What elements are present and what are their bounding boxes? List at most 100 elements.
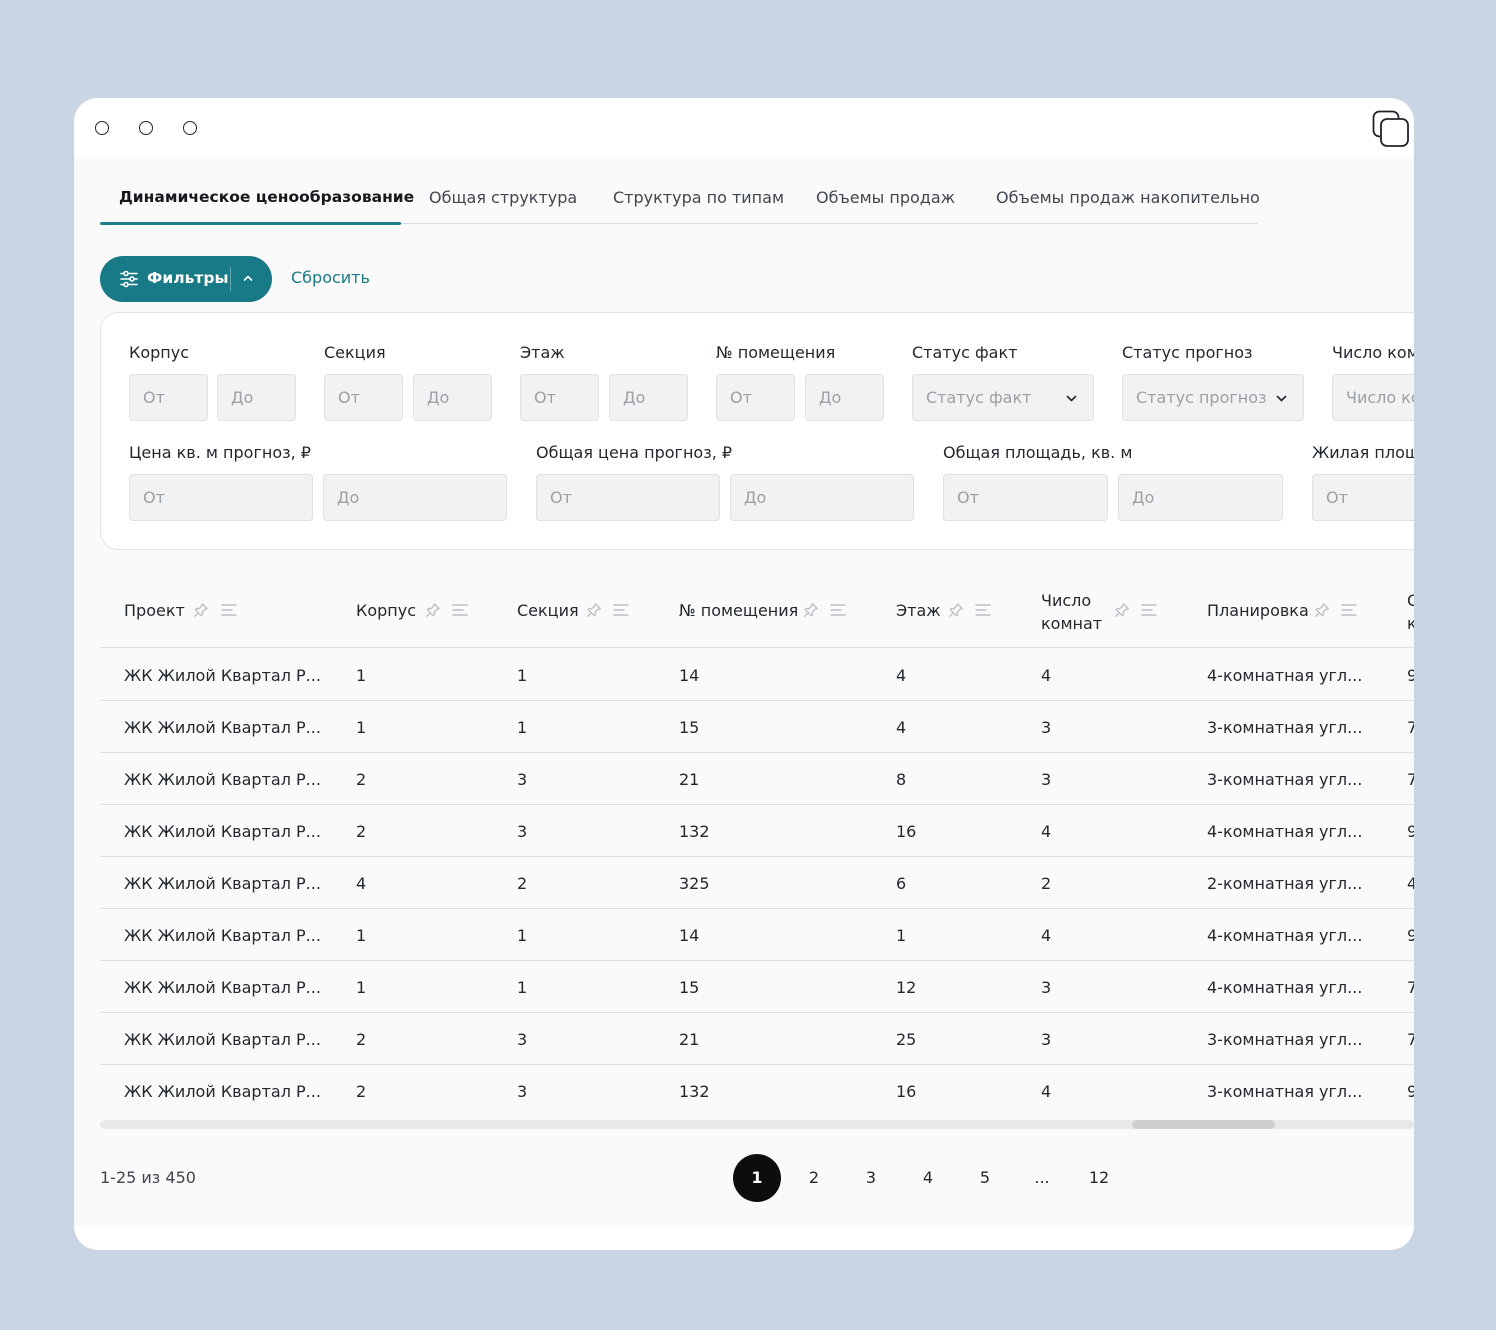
column-menu-icon[interactable] xyxy=(613,602,629,618)
pin-icon[interactable] xyxy=(1114,602,1130,618)
page-button-5[interactable]: 5 xyxy=(961,1154,1009,1202)
column-header-truncated-line1[interactable]: С xyxy=(1407,589,1414,612)
tab-sales-volume[interactable]: Объемы продаж xyxy=(816,188,955,207)
column-header-nomer[interactable]: № помещения xyxy=(679,601,798,620)
table-row[interactable]: ЖК Жилой Квартал Р... 2 3 21 25 3 3-комн… xyxy=(100,1013,1414,1065)
korpus-to-input[interactable]: До xyxy=(217,374,296,421)
window-control-minimize[interactable] xyxy=(139,121,153,135)
etazh-from-input[interactable]: От xyxy=(520,374,599,421)
window-control-close[interactable] xyxy=(95,121,109,135)
area-total-from-input[interactable]: От xyxy=(943,474,1108,521)
cell-etazh: 12 xyxy=(896,978,917,997)
column-header-project[interactable]: Проект xyxy=(124,601,185,620)
sektsiya-from-input[interactable]: От xyxy=(324,374,403,421)
page-ellipsis[interactable]: ... xyxy=(1018,1154,1066,1202)
pin-icon[interactable] xyxy=(1314,602,1330,618)
table-row[interactable]: ЖК Жилой Квартал Р... 2 3 21 8 3 3-комна… xyxy=(100,753,1414,805)
windows-stack-icon[interactable] xyxy=(1372,110,1410,148)
pin-icon[interactable] xyxy=(803,602,819,618)
korpus-from-input[interactable]: От xyxy=(129,374,208,421)
horizontal-scrollbar[interactable] xyxy=(100,1120,1414,1129)
cell-truncated: 9 xyxy=(1407,926,1414,945)
tab-dynamic-pricing[interactable]: Динамическое ценообразование xyxy=(119,188,414,206)
reset-filters-link[interactable]: Сбросить xyxy=(291,268,370,287)
cell-etazh: 6 xyxy=(896,874,907,893)
tab-general-structure[interactable]: Общая структура xyxy=(429,188,577,207)
column-header-sektsiya[interactable]: Секция xyxy=(517,601,579,620)
area-living-from-input[interactable]: От xyxy=(1312,474,1414,521)
cell-project: ЖК Жилой Квартал Р... xyxy=(124,1030,321,1049)
status-fact-select[interactable]: Статус факт xyxy=(912,374,1094,421)
chevron-up-icon[interactable] xyxy=(242,272,254,284)
table-row[interactable]: ЖК Жилой Квартал Р... 1 1 15 4 3 3-комна… xyxy=(100,701,1414,753)
table-row[interactable]: ЖК Жилой Квартал Р... 2 3 132 16 4 4-ком… xyxy=(100,805,1414,857)
price-total-from-input[interactable]: От xyxy=(536,474,720,521)
page-button-2[interactable]: 2 xyxy=(790,1154,838,1202)
table-row[interactable]: ЖК Жилой Квартал Р... 1 1 14 1 4 4-комна… xyxy=(100,909,1414,961)
price-total-to-input[interactable]: До xyxy=(730,474,914,521)
price-sqm-from-input[interactable]: От xyxy=(129,474,313,521)
column-menu-icon[interactable] xyxy=(1341,602,1357,618)
column-menu-icon[interactable] xyxy=(221,602,237,618)
filter-label-area-living: Жилая площа xyxy=(1312,443,1414,462)
area-total-to-input[interactable]: До xyxy=(1118,474,1283,521)
cell-nomer: 21 xyxy=(679,1030,700,1049)
column-menu-icon[interactable] xyxy=(975,602,991,618)
cell-truncated: 7 xyxy=(1407,718,1414,737)
pin-icon[interactable] xyxy=(586,602,602,618)
cell-rooms: 4 xyxy=(1041,926,1052,945)
nomer-from-input[interactable]: От xyxy=(716,374,795,421)
table-row[interactable]: ЖК Жилой Квартал Р... 1 1 15 12 3 4-комн… xyxy=(100,961,1414,1013)
cell-truncated: 7 xyxy=(1407,1030,1414,1049)
column-menu-icon[interactable] xyxy=(830,602,846,618)
column-header-etazh[interactable]: Этаж xyxy=(896,601,941,620)
column-header-korpus[interactable]: Корпус xyxy=(356,601,416,620)
cell-nomer: 15 xyxy=(679,978,700,997)
cell-etazh: 4 xyxy=(896,718,907,737)
pin-icon[interactable] xyxy=(948,602,964,618)
column-header-layout[interactable]: Планировка xyxy=(1207,601,1309,620)
table-row[interactable]: ЖК Жилой Квартал Р... 1 1 14 4 4 4-комна… xyxy=(100,649,1414,701)
cell-sektsiya: 3 xyxy=(517,822,528,841)
window-control-maximize[interactable] xyxy=(183,121,197,135)
column-menu-icon[interactable] xyxy=(1141,602,1157,618)
column-header-rooms-line1[interactable]: Число xyxy=(1041,589,1091,612)
column-header-truncated-line2[interactable]: к xyxy=(1407,612,1414,635)
page-button-12[interactable]: 12 xyxy=(1075,1154,1123,1202)
nomer-to-input[interactable]: До xyxy=(805,374,884,421)
cell-nomer: 325 xyxy=(679,874,710,893)
cell-sektsiya: 3 xyxy=(517,770,528,789)
page-content: Динамическое ценообразование Общая струк… xyxy=(74,158,1414,1226)
filters-button[interactable]: Фильтры xyxy=(100,256,272,302)
column-header-rooms-line2[interactable]: комнат xyxy=(1041,612,1102,635)
page-button-4[interactable]: 4 xyxy=(904,1154,952,1202)
cell-rooms: 3 xyxy=(1041,718,1052,737)
page-button-3[interactable]: 3 xyxy=(847,1154,895,1202)
status-prognoz-select[interactable]: Статус прогноз xyxy=(1122,374,1304,421)
cell-layout: 4-комнатная угл... xyxy=(1207,978,1363,997)
table-row[interactable]: ЖК Жилой Квартал Р... 2 3 132 16 4 3-ком… xyxy=(100,1065,1414,1117)
pin-icon[interactable] xyxy=(193,602,209,618)
table-row[interactable]: ЖК Жилой Квартал Р... 4 2 325 6 2 2-комн… xyxy=(100,857,1414,909)
status-prognoz-placeholder: Статус прогноз xyxy=(1136,388,1267,407)
tab-structure-by-type[interactable]: Структура по типам xyxy=(613,188,784,207)
cell-korpus: 2 xyxy=(356,1030,367,1049)
cell-project: ЖК Жилой Квартал Р... xyxy=(124,718,321,737)
pin-icon[interactable] xyxy=(425,602,441,618)
active-tab-indicator xyxy=(100,222,401,225)
page-button-1[interactable]: 1 xyxy=(733,1154,781,1202)
column-menu-icon[interactable] xyxy=(452,602,468,618)
price-sqm-to-input[interactable]: До xyxy=(323,474,507,521)
horizontal-scrollbar-thumb[interactable] xyxy=(1132,1120,1275,1129)
sektsiya-to-input[interactable]: До xyxy=(413,374,492,421)
cell-etazh: 4 xyxy=(896,666,907,685)
cell-layout: 4-комнатная угл... xyxy=(1207,822,1363,841)
cell-rooms: 3 xyxy=(1041,1030,1052,1049)
status-fact-placeholder: Статус факт xyxy=(926,388,1032,407)
cell-etazh: 16 xyxy=(896,1082,917,1101)
cell-layout: 3-комнатная угл... xyxy=(1207,1030,1363,1049)
rooms-select[interactable]: Число ко xyxy=(1332,374,1414,421)
cell-nomer: 132 xyxy=(679,822,710,841)
tab-sales-cumulative[interactable]: Объемы продаж накопительно xyxy=(996,188,1260,207)
etazh-to-input[interactable]: До xyxy=(609,374,688,421)
